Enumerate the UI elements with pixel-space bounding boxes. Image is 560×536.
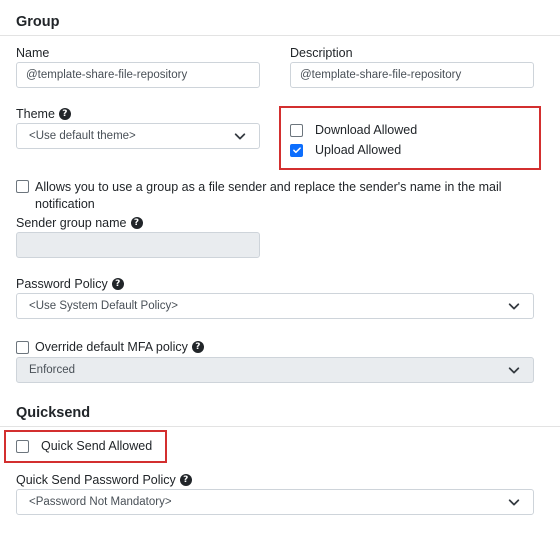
download-allowed-checkbox[interactable] — [290, 123, 303, 137]
mfa-policy-select-value: Enforced — [29, 364, 76, 376]
password-policy-label: Password Policy — [16, 277, 108, 291]
chevron-down-icon — [508, 499, 520, 506]
sender-group-name-input[interactable] — [16, 232, 260, 258]
sender-group-label-line2: notification — [35, 197, 95, 211]
quick-send-password-policy-label: Quick Send Password Policy — [16, 473, 176, 487]
password-policy-help-icon[interactable]: ? — [111, 278, 124, 290]
description-label: Description — [290, 46, 353, 60]
chevron-down-icon — [508, 367, 520, 374]
theme-label-row: Theme ? — [16, 107, 71, 121]
sender-group-name-label-row: Sender group name ? — [16, 216, 143, 230]
quick-send-allowed-label: Quick Send Allowed — [41, 439, 153, 453]
name-input[interactable]: @template-share-file-repository — [16, 62, 260, 88]
group-section-title: Group — [16, 14, 60, 30]
password-policy-label-row: Password Policy ? — [16, 277, 124, 291]
override-mfa-help-icon[interactable]: ? — [191, 341, 204, 353]
description-input[interactable]: @template-share-file-repository — [290, 62, 534, 88]
quick-send-password-policy-select[interactable]: <Password Not Mandatory> — [16, 489, 534, 515]
quicksend-divider — [0, 426, 560, 427]
sender-group-row[interactable]: Allows you to use a group as a file send… — [16, 179, 502, 213]
quick-send-allowed-row[interactable]: Quick Send Allowed — [16, 439, 152, 453]
checkmark-icon — [292, 147, 301, 154]
theme-label: Theme — [16, 107, 55, 121]
sender-group-checkbox[interactable] — [16, 180, 29, 193]
theme-help-icon[interactable]: ? — [58, 108, 71, 120]
sender-group-label: Allows you to use a group as a file send… — [35, 179, 502, 213]
upload-allowed-checkbox[interactable] — [290, 143, 303, 157]
theme-select-value: <Use default theme> — [29, 130, 136, 142]
quick-send-password-policy-label-row: Quick Send Password Policy ? — [16, 473, 192, 487]
name-input-value: @template-share-file-repository — [26, 69, 188, 81]
upload-allowed-row[interactable]: Upload Allowed — [290, 143, 401, 157]
sender-group-name-label: Sender group name — [16, 216, 127, 230]
permissions-highlight-box — [279, 106, 541, 170]
password-policy-select[interactable]: <Use System Default Policy> — [16, 293, 534, 319]
theme-select[interactable]: <Use default theme> — [16, 123, 260, 149]
chevron-down-icon — [508, 303, 520, 310]
override-mfa-checkbox[interactable] — [16, 340, 29, 354]
quicksend-section-title: Quicksend — [16, 405, 91, 421]
quick-send-allowed-checkbox[interactable] — [16, 439, 29, 453]
override-mfa-row[interactable]: Override default MFA policy ? — [16, 340, 204, 354]
group-divider — [0, 35, 560, 36]
download-allowed-label: Download Allowed — [315, 123, 418, 137]
chevron-down-icon — [234, 133, 246, 140]
upload-allowed-label: Upload Allowed — [315, 143, 402, 157]
quick-send-password-policy-select-value: <Password Not Mandatory> — [29, 496, 172, 508]
mfa-policy-select[interactable]: Enforced — [16, 357, 534, 383]
override-mfa-label: Override default MFA policy — [35, 340, 188, 354]
download-allowed-row[interactable]: Download Allowed — [290, 123, 417, 137]
name-label: Name — [16, 46, 50, 60]
sender-group-name-help-icon[interactable]: ? — [130, 217, 143, 229]
sender-group-label-line1: Allows you to use a group as a file send… — [35, 180, 502, 194]
description-input-value: @template-share-file-repository — [300, 69, 462, 81]
password-policy-select-value: <Use System Default Policy> — [29, 300, 178, 312]
quick-send-password-policy-help-icon[interactable]: ? — [179, 474, 192, 486]
